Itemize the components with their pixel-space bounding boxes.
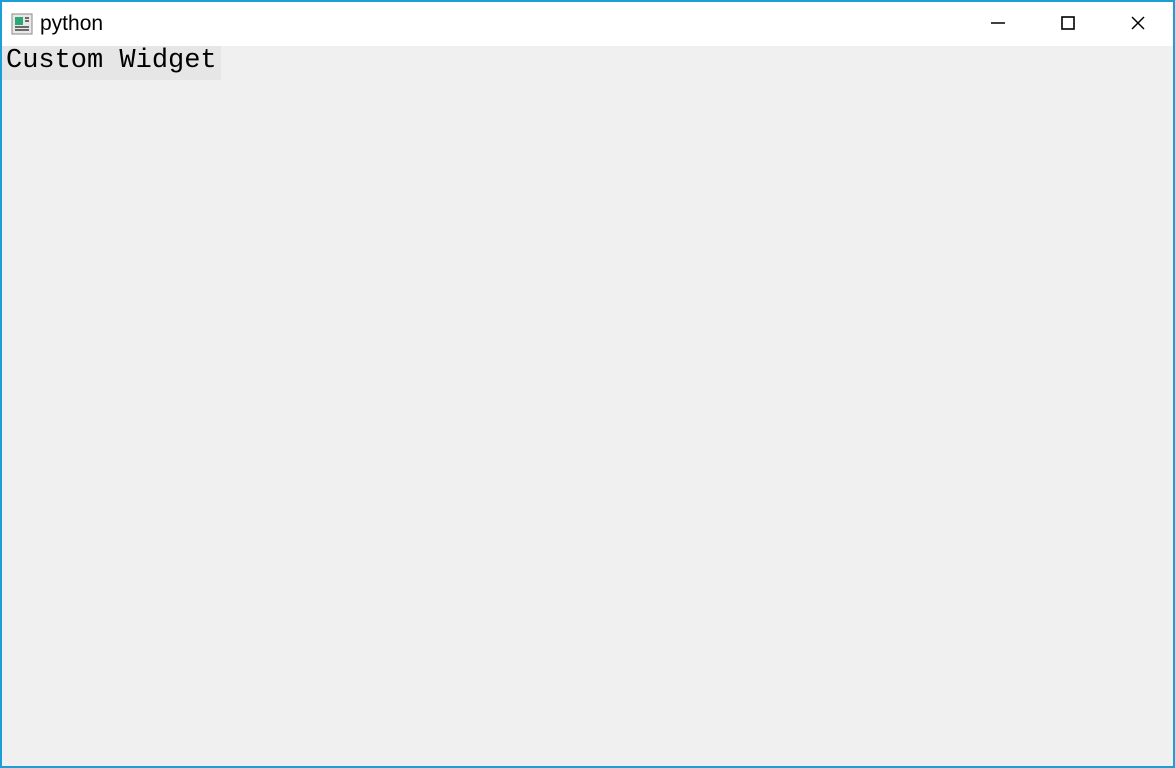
- minimize-icon: [989, 14, 1007, 35]
- custom-widget: Custom Widget: [2, 46, 221, 80]
- title-left: python: [10, 12, 103, 36]
- close-button[interactable]: [1103, 2, 1173, 46]
- maximize-icon: [1059, 14, 1077, 35]
- maximize-button[interactable]: [1033, 2, 1103, 46]
- window-controls: [963, 2, 1173, 46]
- app-icon: [10, 12, 34, 36]
- titlebar[interactable]: python: [2, 2, 1173, 46]
- window-title: python: [40, 12, 103, 36]
- close-icon: [1129, 14, 1147, 35]
- custom-widget-label: Custom Widget: [6, 46, 217, 76]
- application-window: python: [0, 0, 1175, 768]
- client-area: Custom Widget: [2, 46, 1173, 766]
- minimize-button[interactable]: [963, 2, 1033, 46]
